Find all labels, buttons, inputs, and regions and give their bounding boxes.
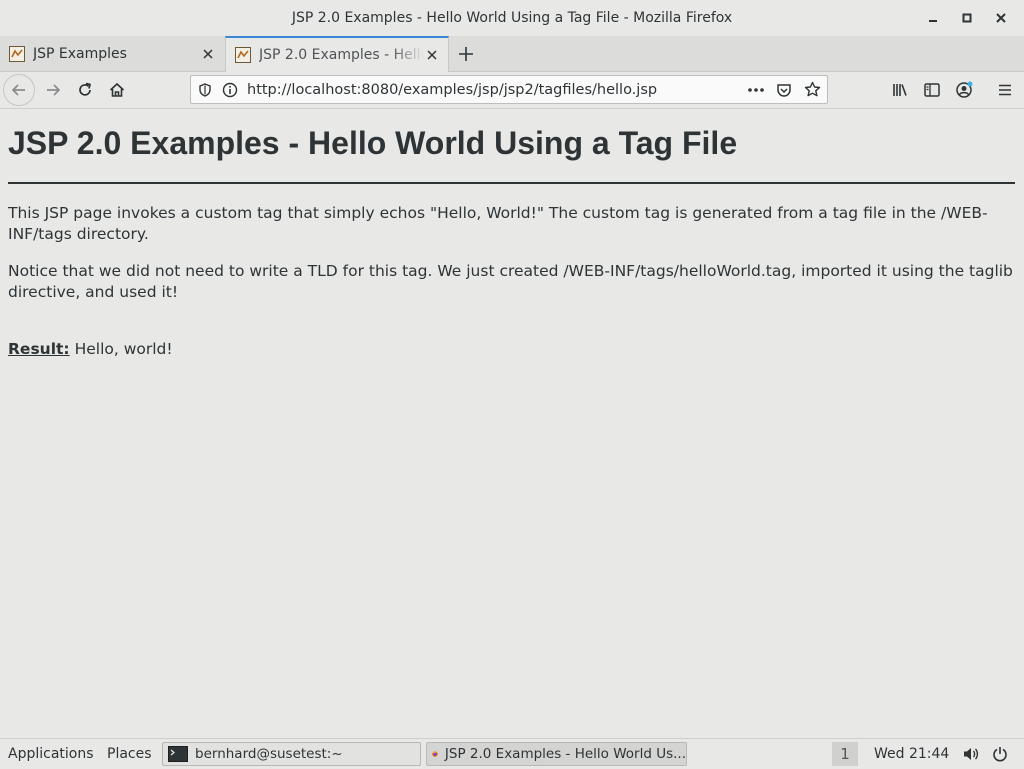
hamburger-menu-icon <box>999 84 1011 96</box>
sidebar-icon <box>924 83 940 97</box>
close-icon <box>427 50 437 60</box>
tab-close-button[interactable] <box>424 47 440 63</box>
bookmark-star-button[interactable] <box>803 81 821 99</box>
page-actions-button[interactable] <box>747 81 765 99</box>
star-icon <box>804 81 820 97</box>
window-titlebar: JSP 2.0 Examples - Hello World Using a T… <box>0 0 1024 37</box>
result-line: Result: Hello, world! <box>8 339 173 360</box>
horizontal-rule <box>8 182 1015 184</box>
result-label: Result: <box>8 340 70 358</box>
tomcat-favicon-icon <box>9 45 25 62</box>
arrow-left-icon <box>11 84 25 96</box>
tab-jsp-examples[interactable]: JSP Examples <box>0 36 224 71</box>
result-value: Hello, world! <box>69 340 173 358</box>
navigation-toolbar <box>0 72 1024 109</box>
clock[interactable]: Wed 21:44 <box>874 739 949 769</box>
firefox-icon <box>432 751 438 757</box>
page-content: JSP 2.0 Examples - Hello World Using a T… <box>0 109 1024 737</box>
workspace-indicator[interactable]: 1 <box>832 742 858 766</box>
site-info-icon[interactable] <box>221 81 239 99</box>
close-icon <box>996 13 1006 23</box>
page-heading: JSP 2.0 Examples - Hello World Using a T… <box>8 125 738 161</box>
close-window-button[interactable] <box>984 3 1018 33</box>
tab-hello-world[interactable]: JSP 2.0 Examples - Hello World Using a T… <box>225 36 449 72</box>
power-button[interactable] <box>992 739 1008 769</box>
speaker-icon <box>964 748 979 760</box>
maximize-button[interactable] <box>950 3 984 33</box>
power-icon <box>993 747 1007 762</box>
tomcat-favicon-icon <box>235 47 251 63</box>
terminal-icon <box>168 746 188 762</box>
clock-label: Wed 21:44 <box>874 746 950 762</box>
home-icon <box>109 82 125 97</box>
close-icon <box>203 48 213 59</box>
applications-menu[interactable]: Applications <box>8 739 94 769</box>
applications-label: Applications <box>8 746 94 762</box>
taskbar-window-terminal[interactable]: bernhard@susetest:~ <box>162 742 421 766</box>
note-paragraph: Notice that we did not need to write a T… <box>8 262 1013 301</box>
places-label: Places <box>107 746 152 762</box>
info-icon <box>222 82 238 97</box>
url-bar[interactable] <box>190 75 828 104</box>
plus-icon <box>459 47 473 61</box>
taskbar-window-firefox[interactable]: JSP 2.0 Examples - Hello World Us... <box>426 742 687 766</box>
tab-label: JSP Examples <box>33 45 127 62</box>
window-title: JSP 2.0 Examples - Hello World Using a T… <box>291 10 733 26</box>
volume-button[interactable] <box>962 739 980 769</box>
library-button[interactable] <box>884 74 916 106</box>
minimize-icon <box>929 20 937 22</box>
workspace-number: 1 <box>840 745 850 763</box>
tab-bar: JSP Examples JSP 2.0 Examples - Hello Wo… <box>0 36 1024 72</box>
window-controls <box>916 0 1018 36</box>
pocket-button[interactable] <box>775 81 793 99</box>
arrow-right-icon <box>47 84 61 96</box>
places-menu[interactable]: Places <box>107 739 152 769</box>
home-button[interactable] <box>101 74 133 106</box>
description-paragraph: This JSP page invokes a custom tag that … <box>8 204 988 243</box>
new-tab-button[interactable] <box>455 43 477 65</box>
taskbar-window-label: bernhard@susetest:~ <box>195 746 343 762</box>
library-icon <box>893 84 907 96</box>
pocket-icon <box>777 83 791 97</box>
tracking-protection-icon <box>199 82 211 97</box>
account-button[interactable] <box>948 74 980 106</box>
maximize-icon <box>962 13 972 23</box>
app-menu-button[interactable] <box>989 74 1021 106</box>
account-icon <box>956 81 973 98</box>
taskbar-window-label: JSP 2.0 Examples - Hello World Us... <box>444 746 686 762</box>
shield-icon[interactable] <box>196 81 214 99</box>
sidebar-button[interactable] <box>916 74 948 106</box>
more-dots-icon <box>748 87 764 92</box>
tab-close-button[interactable] <box>200 46 216 62</box>
back-button[interactable] <box>3 74 35 106</box>
minimize-button[interactable] <box>916 3 950 33</box>
reload-button[interactable] <box>69 74 101 106</box>
url-input[interactable] <box>247 81 747 98</box>
forward-button[interactable] <box>37 74 69 106</box>
tab-label: JSP 2.0 Examples - Hello World Using a T… <box>259 47 424 63</box>
reload-icon <box>79 82 92 96</box>
taskbar: Applications Places bernhard@susetest:~ … <box>0 738 1024 769</box>
